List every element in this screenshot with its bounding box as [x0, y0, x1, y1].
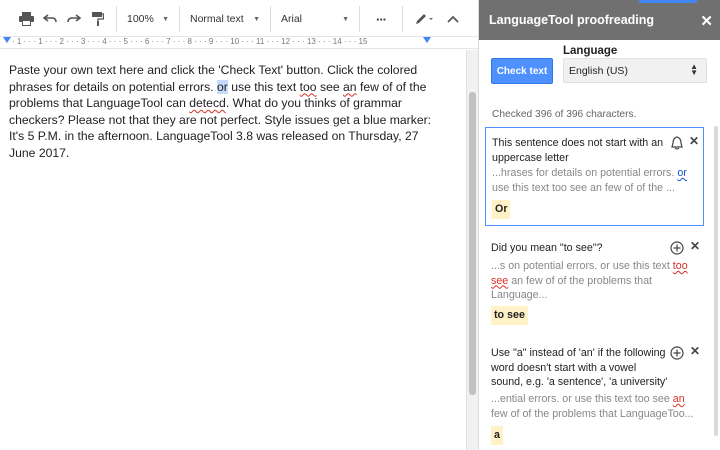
font-select[interactable]: Arial ▼ [277, 7, 353, 31]
sidebar-scrollbar[interactable] [714, 126, 718, 436]
toolbar-divider [270, 6, 271, 32]
editing-mode-icon[interactable] [409, 7, 441, 31]
context-before: ...ential errors. or use this text too s… [491, 393, 673, 405]
dismiss-icon[interactable]: ✕ [690, 344, 700, 359]
more-options-icon[interactable]: ··· [366, 7, 396, 31]
context-error: or [677, 167, 687, 179]
error-card[interactable]: This sentence does not start with an upp… [485, 127, 704, 226]
redo-icon[interactable] [62, 7, 86, 31]
chevron-down-icon: ▼ [162, 15, 169, 23]
error-card[interactable]: Did you mean "to see"? ✕ ...s on potenti… [485, 233, 704, 333]
document-body[interactable]: Paste your own text here and click the '… [9, 62, 434, 162]
sidebar-header: LanguageTool proofreading ✕ [479, 0, 720, 40]
doc-text-2: use this text [227, 79, 300, 94]
undo-icon[interactable] [38, 7, 62, 31]
ruler-scale: · 1 · · · 1 · · · 2 · · · 3 · · · 4 · · … [12, 37, 368, 46]
dismiss-icon[interactable]: ✕ [690, 239, 700, 254]
language-label: Language [563, 45, 618, 57]
right-indent-marker[interactable] [423, 37, 431, 43]
zoom-select[interactable]: 100% ▼ [123, 7, 173, 31]
paragraph-style-value: Normal text [190, 13, 244, 25]
context-before: ...hrases for details on potential error… [492, 167, 678, 179]
context-error: an [672, 393, 685, 405]
checked-characters-info: Checked 396 of 396 characters. [492, 109, 637, 120]
share-button[interactable] [639, 0, 697, 3]
ruler[interactable]: · 1 · · · 1 · · · 2 · · · 3 · · · 4 · · … [0, 36, 478, 49]
error-word-too[interactable]: too [300, 80, 317, 94]
document-area: 100% ▼ Normal text ▼ Arial ▼ ··· · 1 · ·… [0, 0, 478, 450]
context-after: an few of of the problems that Language.… [491, 274, 653, 302]
error-context: ...hrases for details on potential error… [492, 166, 698, 195]
error-word-detecd[interactable]: detecd [189, 96, 226, 110]
language-value: English (US) [569, 64, 628, 77]
chevron-down-icon: ▼ [253, 15, 260, 23]
check-text-button[interactable]: Check text [491, 58, 553, 84]
context-before: ...s on potential errors. or use this te… [491, 260, 673, 272]
languagetool-sidebar: LanguageTool proofreading ✕ Language Che… [478, 0, 720, 450]
doc-text-3: see [316, 79, 344, 94]
paint-format-icon[interactable] [86, 7, 110, 31]
toolbar-divider [359, 6, 360, 32]
toolbar-divider [179, 6, 180, 32]
add-to-dictionary-icon[interactable] [670, 346, 684, 365]
sidebar-title: LanguageTool proofreading [489, 13, 655, 27]
collapse-toolbar-icon[interactable] [441, 7, 465, 31]
selected-word[interactable]: or [216, 79, 228, 94]
error-context: ...s on potential errors. or use this te… [491, 259, 697, 303]
document-page[interactable]: Paste your own text here and click the '… [0, 50, 466, 450]
language-select[interactable]: English (US) ▲ ▼ [563, 58, 707, 83]
left-indent-marker[interactable] [3, 37, 11, 43]
chevron-down-icon: ▼ [342, 15, 349, 23]
updown-arrows-icon: ▲ ▼ [690, 62, 698, 77]
toolbar-divider [402, 6, 403, 32]
error-word-an[interactable]: an [343, 80, 357, 94]
suggestion-button[interactable]: to see [491, 306, 528, 325]
toolbar-divider [116, 6, 117, 32]
document-scroll-thumb[interactable] [469, 92, 476, 395]
zoom-value: 100% [127, 13, 154, 25]
font-value: Arial [281, 13, 303, 25]
error-context: ...ential errors. or use this text too s… [491, 392, 697, 421]
dismiss-icon[interactable]: ✕ [689, 134, 699, 149]
print-icon[interactable] [14, 7, 38, 31]
context-after: few of of the problems that LanguageToo.… [491, 407, 694, 420]
editor-toolbar: 100% ▼ Normal text ▼ Arial ▼ ··· [0, 4, 478, 34]
bell-icon[interactable] [671, 136, 683, 155]
close-icon[interactable]: ✕ [700, 12, 713, 30]
error-message: Use "a" instead of 'an' if the following… [491, 347, 668, 389]
paragraph-style-select[interactable]: Normal text ▼ [186, 7, 264, 31]
error-message: Did you mean "to see"? [491, 242, 603, 254]
error-card[interactable]: Use "a" instead of 'an' if the following… [485, 338, 704, 448]
suggestion-button[interactable]: Or [492, 200, 511, 219]
error-message: This sentence does not start with an upp… [492, 137, 664, 164]
add-to-dictionary-icon[interactable] [670, 241, 684, 260]
context-after: use this text too see an few of of the .… [492, 181, 675, 194]
suggestion-button[interactable]: a [491, 426, 503, 445]
